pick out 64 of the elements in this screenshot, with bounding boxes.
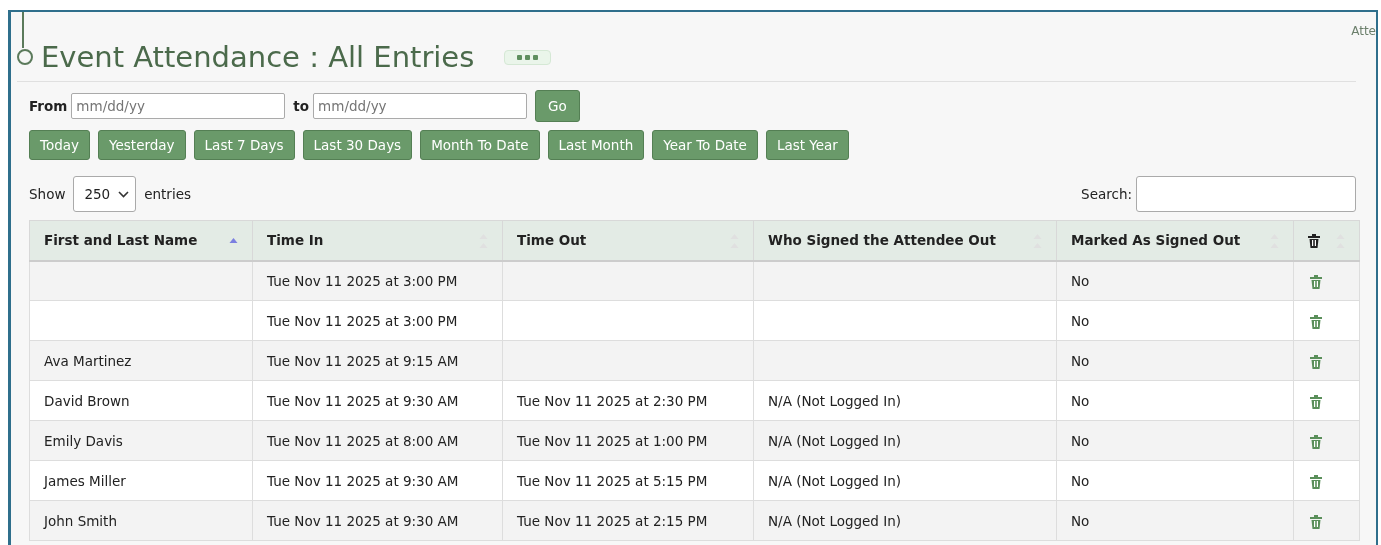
- search-label: Search:: [1081, 185, 1132, 205]
- date-input[interactable]: mm/dd/yy: [313, 92, 528, 119]
- table-cell: Tue Nov 11 2025 at 9:30 AM: [252, 380, 503, 421]
- range-button[interactable]: Last Month: [547, 130, 645, 161]
- table-cell: N/A (Not Logged In): [753, 500, 1057, 541]
- column-header[interactable]: Marked As Signed Out: [1056, 220, 1294, 261]
- from-label: From: [29, 96, 68, 116]
- entries-select[interactable]: 250: [73, 176, 137, 213]
- table-cell: No: [1056, 380, 1294, 421]
- table-cell: John Smith: [29, 500, 253, 541]
- table-cell: Tue Nov 11 2025 at 9:30 AM: [252, 460, 503, 501]
- range-button[interactable]: Year To Date: [652, 130, 758, 161]
- date-input[interactable]: mm/dd/yy: [71, 92, 286, 119]
- range-button[interactable]: Today: [29, 130, 91, 161]
- column-header[interactable]: First and Last Name: [29, 220, 253, 261]
- table-cell: Tue Nov 11 2025 at 1:00 PM: [502, 420, 754, 461]
- trash-icon[interactable]: [1309, 274, 1322, 289]
- trash-icon[interactable]: [1309, 514, 1322, 529]
- table-cell: Tue Nov 11 2025 at 2:15 PM: [502, 500, 754, 541]
- range-button[interactable]: Yesterday: [98, 130, 186, 161]
- go-button[interactable]: Go: [535, 89, 580, 123]
- table-cell: Tue Nov 11 2025 at 9:15 AM: [252, 340, 503, 381]
- range-button[interactable]: Last 30 Days: [302, 130, 413, 161]
- table-cell: David Brown: [29, 380, 253, 421]
- column-header[interactable]: [1293, 220, 1360, 261]
- table-cell: James Miller: [29, 460, 253, 501]
- column-header[interactable]: Who Signed the Attendee Out: [753, 220, 1057, 261]
- table-cell: N/A (Not Logged In): [753, 420, 1057, 461]
- table-cell: Emily Davis: [29, 420, 253, 461]
- caret-icon: [118, 190, 130, 198]
- table-cell: N/A (Not Logged In): [753, 460, 1057, 501]
- table-cell: N/A (Not Logged In): [753, 380, 1057, 421]
- range-button[interactable]: Last Year: [765, 130, 849, 161]
- table-cell: Tue Nov 11 2025 at 3:00 PM: [252, 260, 503, 301]
- range-button[interactable]: Month To Date: [420, 130, 540, 161]
- table-cell: Ava Martinez: [29, 340, 253, 381]
- column-header[interactable]: Time Out: [502, 220, 754, 261]
- to-label: to: [293, 96, 310, 116]
- table-cell: No: [1056, 460, 1294, 501]
- show-label: Show: [29, 185, 66, 205]
- table-cell: No: [1056, 260, 1294, 301]
- circle-icon: [17, 49, 33, 66]
- trash-icon: [1308, 233, 1320, 248]
- table-cell: Tue Nov 11 2025 at 9:30 AM: [252, 500, 503, 541]
- entries-label: entries: [144, 185, 191, 205]
- trash-icon[interactable]: [1309, 474, 1322, 489]
- range-button[interactable]: Last 7 Days: [193, 130, 295, 161]
- table-cell: Tue Nov 11 2025 at 8:00 AM: [252, 420, 503, 461]
- table-cell: No: [1056, 300, 1294, 341]
- search-field[interactable]: [1136, 176, 1356, 213]
- trash-icon[interactable]: [1309, 434, 1322, 449]
- page-title: Event Attendance : All Entries: [41, 40, 475, 75]
- column-header[interactable]: Time In: [252, 220, 503, 261]
- table-cell: Tue Nov 11 2025 at 2:30 PM: [502, 380, 754, 421]
- trash-icon[interactable]: [1309, 354, 1322, 369]
- table-cell: Tue Nov 11 2025 at 3:00 PM: [252, 300, 503, 341]
- trash-icon[interactable]: [1309, 314, 1322, 329]
- corner-text: Atte: [1351, 23, 1376, 40]
- table-cell: No: [1056, 500, 1294, 541]
- table-cell: No: [1056, 420, 1294, 461]
- table-cell: No: [1056, 340, 1294, 381]
- table-cell: Tue Nov 11 2025 at 5:15 PM: [502, 460, 754, 501]
- trash-icon[interactable]: [1309, 394, 1322, 409]
- more-button[interactable]: [504, 49, 552, 65]
